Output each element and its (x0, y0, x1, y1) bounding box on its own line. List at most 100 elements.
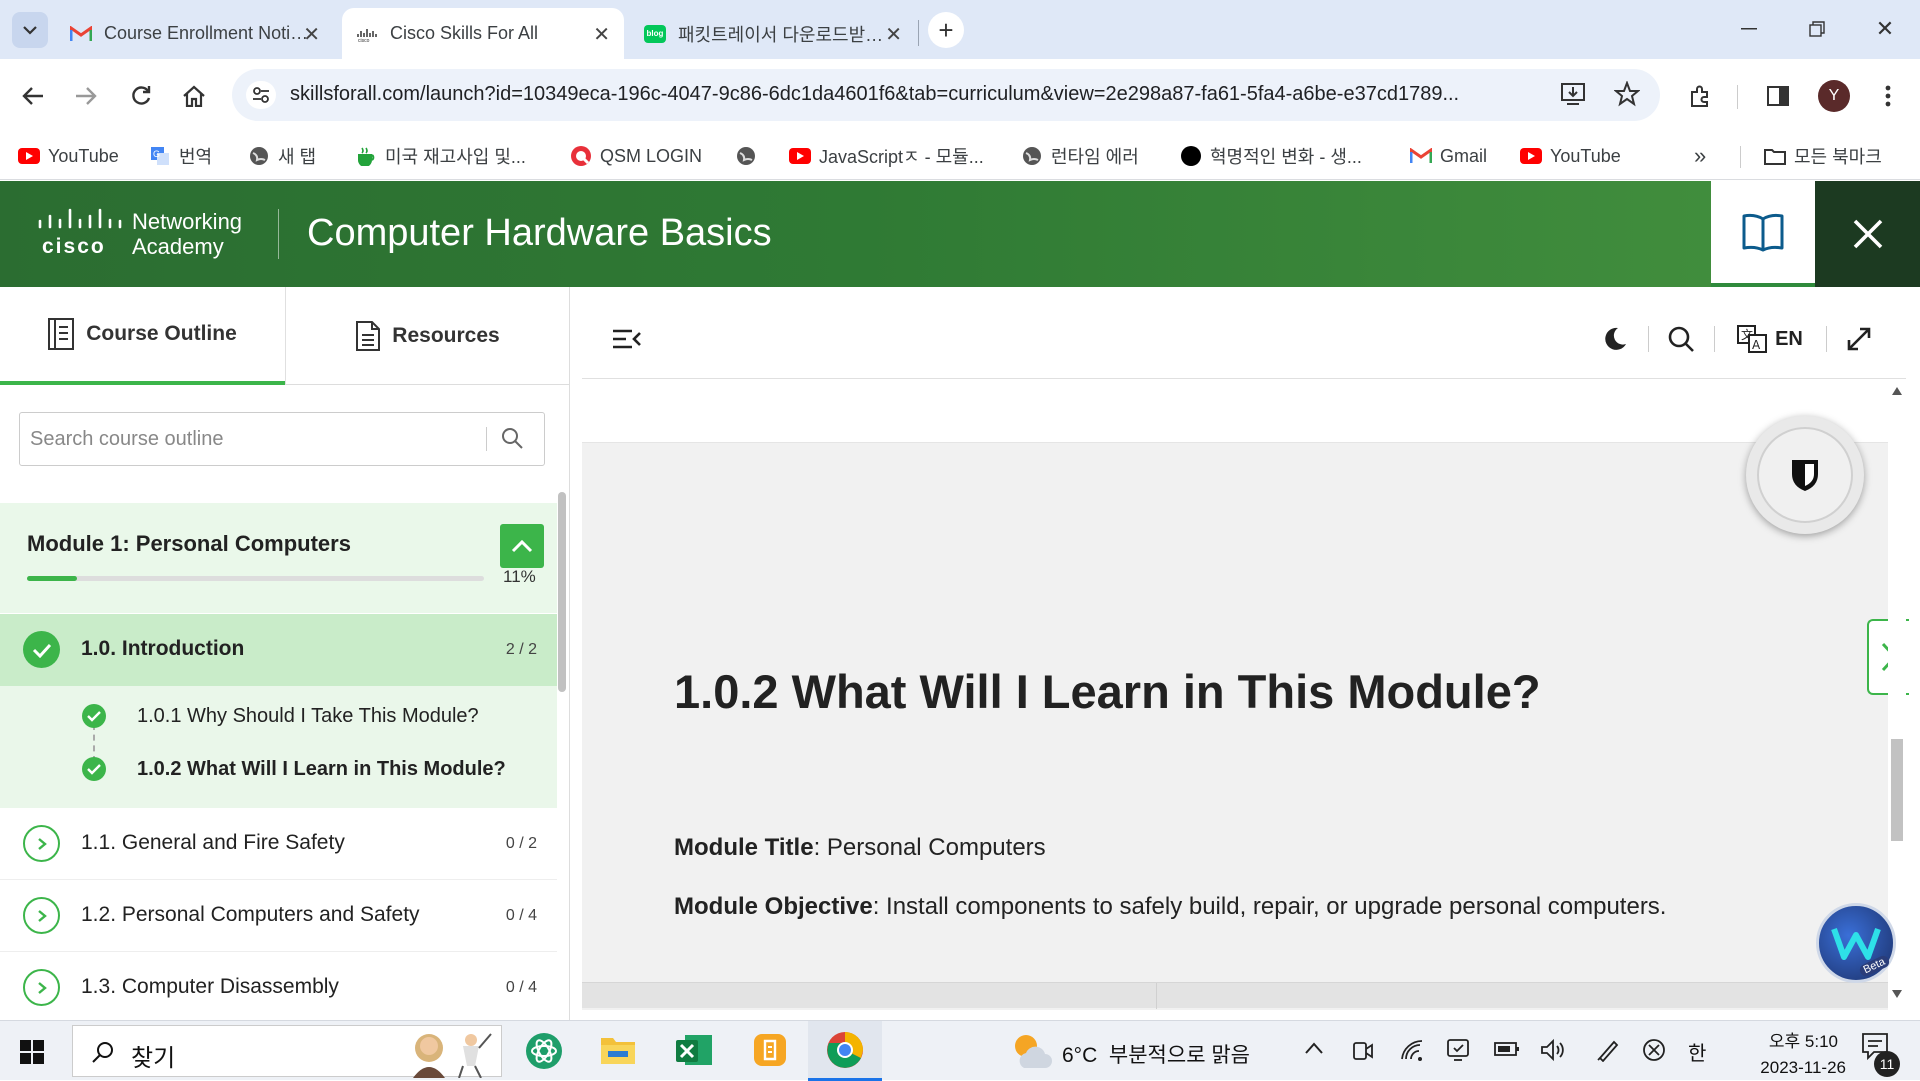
show-hidden-icons-button[interactable] (1304, 1041, 1324, 1055)
minimize-button[interactable] (1734, 14, 1764, 44)
ime-indicator[interactable]: 한 (1688, 1037, 1706, 1066)
bookmarks-overflow-button[interactable]: » (1694, 142, 1706, 170)
start-button[interactable] (20, 1040, 44, 1064)
subsection-what-learn[interactable]: 1.0.2 What Will I Learn in This Module? (0, 749, 557, 789)
course-book-button[interactable] (1711, 181, 1815, 287)
status-tray-icon[interactable] (1642, 1038, 1666, 1062)
close-course-button[interactable] (1815, 181, 1920, 287)
install-app-button[interactable] (1560, 82, 1586, 106)
module-objective-label: Module Objective (674, 893, 873, 920)
scroll-up-arrow-icon[interactable] (1892, 387, 1902, 395)
module-header[interactable]: Module 1: Personal Computers 11% (0, 503, 557, 613)
browser-menu-button[interactable] (1870, 78, 1906, 114)
window-close-button[interactable]: ✕ (1870, 14, 1900, 44)
tune-icon (253, 87, 269, 103)
forward-button[interactable] (68, 78, 104, 114)
section-personal-computers-safety[interactable]: 1.2. Personal Computers and Safety 0 / 4 (0, 880, 557, 952)
tab-gmail[interactable]: Course Enrollment Notification ✕ (56, 8, 334, 59)
bookmark-gmail[interactable]: Gmail (1410, 142, 1487, 170)
sidebar-scrollbar-thumb[interactable] (558, 492, 566, 692)
reload-button[interactable] (123, 78, 159, 114)
bookmark-runtime-error[interactable]: 런타임 에러 (1021, 142, 1139, 170)
address-bar[interactable]: skillsforall.com/launch?id=10349eca-196c… (232, 69, 1660, 121)
tab-blog[interactable]: blog 패킷트레이서 다운로드받기 : L ✕ (630, 8, 916, 59)
search-input[interactable] (30, 423, 480, 455)
language-button[interactable]: 文A EN (1734, 321, 1806, 357)
screen-tray-icon[interactable] (1446, 1038, 1472, 1062)
content-search-button[interactable] (1666, 321, 1696, 357)
site-info-button[interactable] (246, 81, 276, 109)
content-scrollbar-thumb[interactable] (1891, 739, 1903, 841)
wifi-tray-icon[interactable] (1400, 1039, 1424, 1061)
close-icon[interactable]: ✕ (303, 22, 320, 47)
close-icon (1853, 219, 1882, 249)
side-panel-button[interactable] (1760, 78, 1796, 114)
taskbar-search-box[interactable]: 찾기 (72, 1025, 502, 1078)
taskbar-notes-app[interactable] (752, 1032, 788, 1068)
module-progress-fill (27, 576, 78, 581)
battery-tray-icon[interactable] (1494, 1041, 1520, 1057)
section-computer-disassembly[interactable]: 1.3. Computer Disassembly 0 / 4 (0, 952, 557, 1020)
section-general-fire-safety[interactable]: 1.1. General and Fire Safety 0 / 2 (0, 808, 557, 880)
home-button[interactable] (176, 78, 212, 114)
section-introduction[interactable]: 1.0. Introduction 2 / 2 (0, 614, 557, 686)
subsection-why-take[interactable]: 1.0.1 Why Should I Take This Module? (0, 696, 557, 736)
netacad-logo[interactable]: cisco Networking Academy (36, 207, 268, 263)
taskbar-excel[interactable] (675, 1033, 713, 1067)
content-scrollbar[interactable] (1888, 379, 1906, 1010)
profile-avatar[interactable]: Y (1818, 80, 1850, 112)
back-button[interactable] (15, 78, 51, 114)
scroll-down-arrow-icon[interactable] (1892, 990, 1902, 998)
course-outline-sidebar: Course Outline Resources Module 1: Perso… (0, 287, 570, 1020)
tab-cisco-skills[interactable]: cisco Cisco Skills For All ✕ (342, 8, 624, 59)
youtube-icon (789, 145, 811, 167)
tab-resources[interactable]: Resources (286, 287, 570, 385)
collapse-module-button[interactable] (500, 524, 544, 568)
bookmark-youtube[interactable]: YouTube (18, 142, 119, 170)
weather-widget[interactable] (1012, 1032, 1052, 1070)
close-icon[interactable]: ✕ (593, 22, 610, 47)
bookmark-star-button[interactable] (1614, 81, 1640, 107)
course-header: cisco Networking Academy Computer Hardwa… (0, 181, 1920, 287)
meet-now-tray-icon[interactable] (1352, 1039, 1374, 1063)
language-code: EN (1775, 327, 1803, 350)
clock[interactable]: 오후 5:10 2023-11-26 (1720, 1027, 1846, 1077)
arrow-left-icon (22, 87, 43, 105)
header-divider (278, 209, 279, 259)
taskbar-file-explorer[interactable] (600, 1033, 636, 1067)
bookmark-translate[interactable]: G 번역 (149, 142, 212, 170)
extensions-button[interactable] (1682, 78, 1718, 114)
tab-course-outline[interactable]: Course Outline (0, 287, 285, 385)
logo-line-networking: Networking (132, 209, 243, 234)
pen-tray-icon[interactable] (1596, 1038, 1620, 1062)
dark-mode-button[interactable] (1600, 321, 1630, 357)
section-label: 1.3. Computer Disassembly (81, 975, 339, 998)
subsection-label: 1.0.1 Why Should I Take This Module? (137, 705, 479, 727)
taskbar-app-atom[interactable] (524, 1031, 564, 1071)
notification-center-button[interactable]: 11 (1860, 1031, 1900, 1077)
bookmark-qsm-login[interactable]: QSM LOGIN (570, 142, 702, 170)
taskbar-chrome[interactable] (808, 1021, 882, 1081)
search-button[interactable] (500, 426, 524, 450)
bookmark-globe[interactable] (735, 142, 765, 170)
bookmark-new-tab[interactable]: 새 탭 (248, 142, 316, 170)
chevron-right-circle-icon (23, 825, 60, 862)
volume-tray-icon[interactable] (1540, 1038, 1566, 1062)
tab-title: Course Enrollment Notification (104, 23, 309, 43)
toggle-outline-button[interactable] (610, 321, 644, 357)
bookmark-revolution[interactable]: 혁명적인 변화 - 생... (1180, 142, 1362, 170)
new-tab-button[interactable]: + (928, 12, 964, 48)
fullscreen-button[interactable] (1844, 321, 1874, 357)
close-icon[interactable]: ✕ (885, 22, 902, 47)
tab-search-button[interactable] (12, 12, 48, 48)
all-bookmarks-button[interactable]: 모든 북마크 (1764, 142, 1882, 170)
bookmark-javascript[interactable]: JavaScriptㅈ - 모듈... (789, 142, 984, 170)
bookmark-label: 런타임 에러 (1051, 147, 1139, 167)
bookmark-us-stock[interactable]: 미국 재고사입 및... (355, 142, 526, 170)
bitwarden-button[interactable] (1746, 416, 1864, 534)
ai-assistant-button[interactable]: Beta (1816, 903, 1896, 983)
section-label: 1.0. Introduction (81, 637, 245, 660)
notes-app-icon (754, 1034, 786, 1066)
bookmark-youtube-2[interactable]: YouTube (1520, 142, 1621, 170)
restore-button[interactable] (1802, 14, 1832, 44)
